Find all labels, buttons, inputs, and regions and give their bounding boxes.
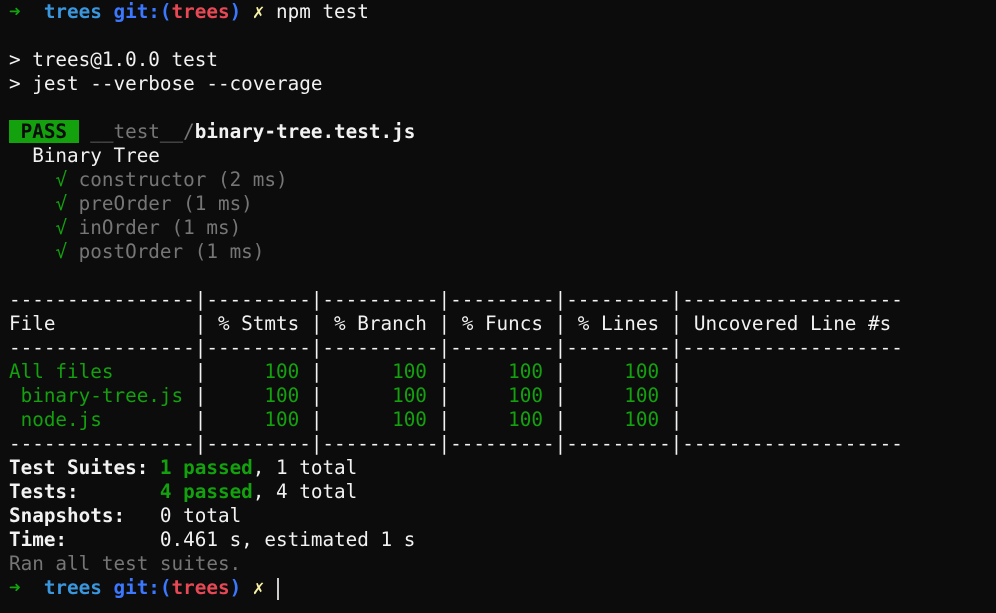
test-case: √ preOrder (1 ms) (9, 192, 996, 216)
coverage-uncovered (682, 408, 903, 431)
coverage-lines: 100 (566, 408, 671, 431)
coverage-stmts: 100 (206, 360, 311, 383)
coverage-funcs: 100 (450, 408, 555, 431)
git-branch: trees (171, 0, 230, 23)
text-cursor[interactable] (277, 577, 280, 600)
coverage-separator: ----------------|---------|----------|--… (9, 432, 903, 455)
git-label: git:( (113, 0, 172, 23)
git-label-close: ) (229, 0, 242, 23)
coverage-branch: 100 (322, 408, 439, 431)
coverage-stmts: 100 (206, 408, 311, 431)
coverage-separator: ----------------|---------|----------|--… (9, 336, 903, 359)
coverage-branch: 100 (322, 384, 439, 407)
git-dirty-icon: ✗ (252, 576, 265, 599)
summary-suites: Test Suites: 1 passed, 1 total (9, 456, 358, 479)
check-icon: √ (55, 216, 68, 239)
coverage-file: All files (9, 360, 195, 383)
coverage-file: node.js (9, 408, 195, 431)
coverage-funcs: 100 (450, 384, 555, 407)
tests-passed: 4 passed (159, 480, 253, 503)
git-dirty-icon: ✗ (252, 0, 265, 23)
git-label-close: ) (229, 576, 242, 599)
test-case-label: inOrder (1 ms) (78, 216, 242, 239)
prompt-line-active[interactable]: ➜ trees git:(trees) ✗ (9, 576, 996, 600)
test-case: √ constructor (2 ms) (9, 168, 996, 192)
coverage-stmts: 100 (206, 384, 311, 407)
test-case-label: constructor (2 ms) (78, 168, 288, 191)
coverage-uncovered (682, 360, 903, 383)
git-branch: trees (171, 576, 230, 599)
prompt-directory: trees (43, 576, 102, 599)
time-value: 0.461 s, estimated 1 s (159, 528, 416, 551)
prompt-directory: trees (43, 0, 102, 23)
prompt-arrow-icon: ➜ (9, 576, 21, 599)
test-dir: __test__/ (90, 120, 195, 143)
terminal-window[interactable]: ➜ trees git:(trees) ✗ npm test > trees@1… (0, 0, 996, 613)
check-icon: √ (55, 192, 68, 215)
coverage-separator: ----------------|---------|----------|--… (9, 288, 903, 311)
pass-badge: PASS (9, 120, 79, 143)
coverage-lines: 100 (566, 360, 671, 383)
coverage-file: binary-tree.js (9, 384, 195, 407)
script-line: > jest --verbose --coverage (9, 72, 323, 95)
coverage-funcs: 100 (450, 360, 555, 383)
summary-snapshots: Snapshots: 0 total (9, 504, 242, 527)
summary-time: Time: 0.461 s, estimated 1 s (9, 528, 416, 551)
snapshots-value: 0 total (159, 504, 242, 527)
coverage-row: binary-tree.js | 100 | 100 | 100 | 100 | (9, 384, 996, 408)
command-text: npm test (276, 0, 369, 23)
check-icon: √ (55, 240, 68, 263)
test-case-label: postOrder (1 ms) (78, 240, 265, 263)
test-case: √ inOrder (1 ms) (9, 216, 996, 240)
coverage-header: File | % Stmts | % Branch | % Funcs | % … (9, 312, 903, 335)
coverage-row: node.js | 100 | 100 | 100 | 100 | (9, 408, 996, 432)
summary-tests: Tests: 4 passed, 4 total (9, 480, 358, 503)
coverage-row: All files | 100 | 100 | 100 | 100 | (9, 360, 996, 384)
check-icon: √ (55, 168, 68, 191)
suites-passed: 1 passed (159, 456, 253, 479)
coverage-uncovered (682, 384, 903, 407)
prompt-arrow-icon: ➜ (9, 0, 21, 23)
ran-all-message: Ran all test suites. (9, 552, 242, 575)
prompt-line: ➜ trees git:(trees) ✗ npm test (9, 0, 996, 24)
test-file-result: PASS __test__/binary-tree.test.js (9, 120, 996, 144)
suite-name: Binary Tree (32, 144, 160, 167)
test-case-label: preOrder (1 ms) (78, 192, 253, 215)
test-case: √ postOrder (1 ms) (9, 240, 996, 264)
coverage-branch: 100 (322, 360, 439, 383)
script-line: > trees@1.0.0 test (9, 48, 218, 71)
test-file-name: binary-tree.test.js (194, 120, 416, 143)
coverage-lines: 100 (566, 384, 671, 407)
git-label: git:( (113, 576, 172, 599)
